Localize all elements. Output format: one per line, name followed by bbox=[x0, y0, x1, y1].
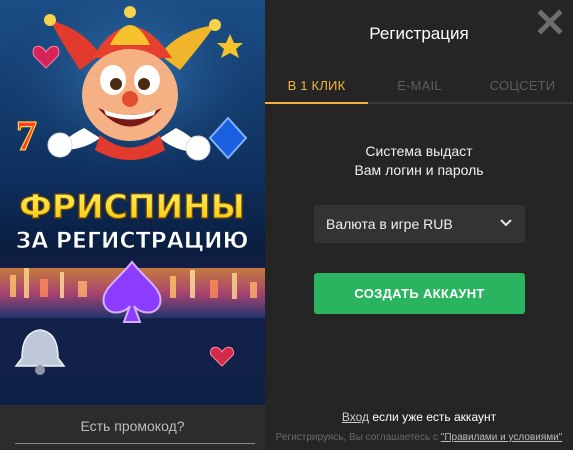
currency-select-value: Валюта в игре RUB bbox=[326, 216, 453, 232]
currency-select[interactable]: Валюта в игре RUB bbox=[314, 205, 525, 243]
chevron-down-icon bbox=[500, 219, 512, 227]
tab-active-indicator bbox=[265, 102, 368, 104]
terms-link[interactable]: "Правилами и условиями" bbox=[441, 432, 562, 443]
terms-prefix: Регистрируясь, Вы соглашаетесь с bbox=[275, 432, 441, 443]
login-line: Вход если уже есть аккаунт bbox=[265, 410, 573, 424]
tab-one-click[interactable]: В 1 КЛИК bbox=[265, 78, 368, 93]
tab-email[interactable]: E-MAIL bbox=[368, 78, 471, 93]
info-text: Система выдаст Вам логин и пароль bbox=[265, 142, 573, 180]
promo-code-link[interactable]: Есть промокод? bbox=[0, 418, 265, 434]
terms-line: Регистрируясь, Вы соглашаетесь с "Правил… bbox=[265, 432, 573, 443]
seven-icon: 7 bbox=[16, 114, 37, 160]
promo-banner: 7 ФРИСПИНЫ ЗА РЕГИСТРАЦИЮ Есть промокод? bbox=[0, 0, 265, 450]
registration-panel: Регистрация В 1 КЛИК E-MAIL СОЦСЕТИ Сист… bbox=[265, 0, 573, 450]
promo-code-underline bbox=[15, 443, 255, 444]
tab-social[interactable]: СОЦСЕТИ bbox=[471, 78, 573, 93]
info-line2: Вам логин и пароль bbox=[354, 162, 484, 178]
create-account-button[interactable]: СОЗДАТЬ АККАУНТ bbox=[314, 273, 525, 314]
promo-title-line1: ФРИСПИНЫ bbox=[19, 187, 245, 226]
info-line1: Система выдаст bbox=[365, 143, 473, 159]
login-suffix: если уже есть аккаунт bbox=[369, 410, 497, 424]
dialog-title: Регистрация bbox=[369, 24, 469, 43]
promo-code-bar[interactable]: Есть промокод? bbox=[0, 405, 265, 450]
promo-title-line2: ЗА РЕГИСТРАЦИЮ bbox=[16, 229, 249, 254]
login-link[interactable]: Вход bbox=[342, 410, 369, 424]
promo-artwork: 7 ФРИСПИНЫ ЗА РЕГИСТРАЦИЮ bbox=[0, 0, 265, 405]
registration-tabs: В 1 КЛИК E-MAIL СОЦСЕТИ bbox=[265, 78, 573, 104]
